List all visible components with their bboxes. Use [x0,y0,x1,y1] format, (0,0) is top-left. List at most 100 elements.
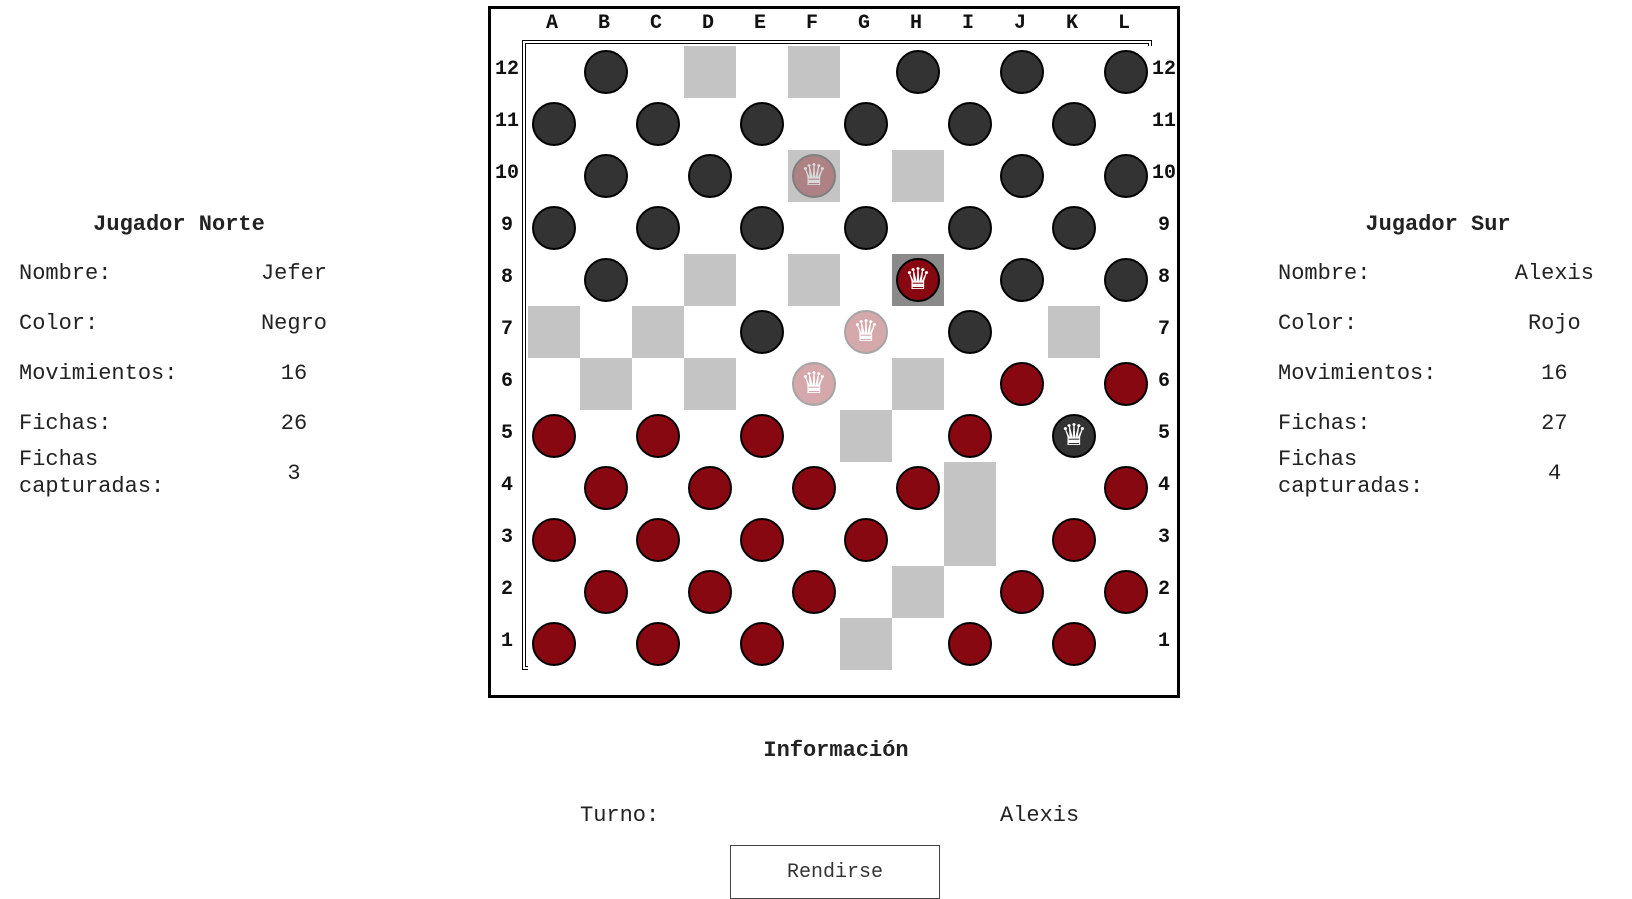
board-square-i9[interactable] [944,202,996,254]
piece-black-a11[interactable] [532,102,576,146]
board-square-l9[interactable] [1100,202,1152,254]
board-square-l12[interactable] [1100,46,1152,98]
piece-red-i5[interactable] [948,414,992,458]
board-square-e12[interactable] [736,46,788,98]
board-square-e9[interactable] [736,202,788,254]
board-square-h9[interactable] [892,202,944,254]
board-square-c2[interactable] [632,566,684,618]
board-square-a10[interactable] [528,150,580,202]
board-square-c3[interactable] [632,514,684,566]
piece-black-j10[interactable] [1000,154,1044,198]
piece-red-j6[interactable] [1000,362,1044,406]
board-square-d10[interactable] [684,150,736,202]
piece-black-d10[interactable] [688,154,732,198]
piece-black-i9[interactable] [948,206,992,250]
board-square-e4[interactable] [736,462,788,514]
board-square-k8[interactable] [1048,254,1100,306]
piece-red-f4[interactable] [792,466,836,510]
board-square-l10[interactable] [1100,150,1152,202]
king-piece-red-g7[interactable]: ♛ [844,310,888,354]
board-square-i11[interactable] [944,98,996,150]
board-square-g12[interactable] [840,46,892,98]
piece-red-d2[interactable] [688,570,732,614]
board-square-l3[interactable] [1100,514,1152,566]
board-square-d5[interactable] [684,410,736,462]
surrender-button[interactable]: Rendirse [730,845,940,899]
board-square-h2[interactable] [892,566,944,618]
board-square-e5[interactable] [736,410,788,462]
board-square-a5[interactable] [528,410,580,462]
board-square-k9[interactable] [1048,202,1100,254]
board-square-b1[interactable] [580,618,632,670]
board-square-l11[interactable] [1100,98,1152,150]
board-square-j10[interactable] [996,150,1048,202]
board-square-l6[interactable] [1100,358,1152,410]
board-square-g5[interactable] [840,410,892,462]
board-square-f4[interactable] [788,462,840,514]
piece-black-g11[interactable] [844,102,888,146]
board-square-i4[interactable] [944,462,996,514]
board-square-k4[interactable] [1048,462,1100,514]
piece-red-h4[interactable] [896,466,940,510]
board-square-j1[interactable] [996,618,1048,670]
board-square-h6[interactable] [892,358,944,410]
piece-red-l2[interactable] [1104,570,1148,614]
board-square-e8[interactable] [736,254,788,306]
board-square-i2[interactable] [944,566,996,618]
piece-red-g3[interactable] [844,518,888,562]
board-square-k3[interactable] [1048,514,1100,566]
piece-black-i7[interactable] [948,310,992,354]
board-square-i6[interactable] [944,358,996,410]
board-square-a12[interactable] [528,46,580,98]
board-square-h11[interactable] [892,98,944,150]
board-square-g3[interactable] [840,514,892,566]
board-square-c6[interactable] [632,358,684,410]
piece-black-i11[interactable] [948,102,992,146]
board-square-d1[interactable] [684,618,736,670]
board-square-l8[interactable] [1100,254,1152,306]
board-square-h4[interactable] [892,462,944,514]
board-square-k2[interactable] [1048,566,1100,618]
board-square-a7[interactable] [528,306,580,358]
board-square-g8[interactable] [840,254,892,306]
board-square-d11[interactable] [684,98,736,150]
board-square-e1[interactable] [736,618,788,670]
board-square-e10[interactable] [736,150,788,202]
board-square-e11[interactable] [736,98,788,150]
board-square-a2[interactable] [528,566,580,618]
board-square-c1[interactable] [632,618,684,670]
board-square-f12[interactable] [788,46,840,98]
board-square-i1[interactable] [944,618,996,670]
piece-black-e9[interactable] [740,206,784,250]
board-square-b5[interactable] [580,410,632,462]
board-square-h5[interactable] [892,410,944,462]
board-square-h1[interactable] [892,618,944,670]
board-square-f3[interactable] [788,514,840,566]
board-square-a11[interactable] [528,98,580,150]
piece-black-e11[interactable] [740,102,784,146]
piece-black-k11[interactable] [1052,102,1096,146]
board-square-c12[interactable] [632,46,684,98]
board-square-h3[interactable] [892,514,944,566]
board-square-i12[interactable] [944,46,996,98]
piece-red-b2[interactable] [584,570,628,614]
board-square-j6[interactable] [996,358,1048,410]
board-square-k12[interactable] [1048,46,1100,98]
board-square-d9[interactable] [684,202,736,254]
board-square-g7[interactable]: ♛ [840,306,892,358]
board-square-d3[interactable] [684,514,736,566]
piece-red-b4[interactable] [584,466,628,510]
piece-red-f2[interactable] [792,570,836,614]
piece-red-l4[interactable] [1104,466,1148,510]
board-square-k7[interactable] [1048,306,1100,358]
board-square-j12[interactable] [996,46,1048,98]
board-square-a8[interactable] [528,254,580,306]
piece-red-a3[interactable] [532,518,576,562]
board-square-b7[interactable] [580,306,632,358]
board-square-b8[interactable] [580,254,632,306]
piece-black-l12[interactable] [1104,50,1148,94]
board-square-j9[interactable] [996,202,1048,254]
board-square-k6[interactable] [1048,358,1100,410]
piece-red-d4[interactable] [688,466,732,510]
board-square-d7[interactable] [684,306,736,358]
